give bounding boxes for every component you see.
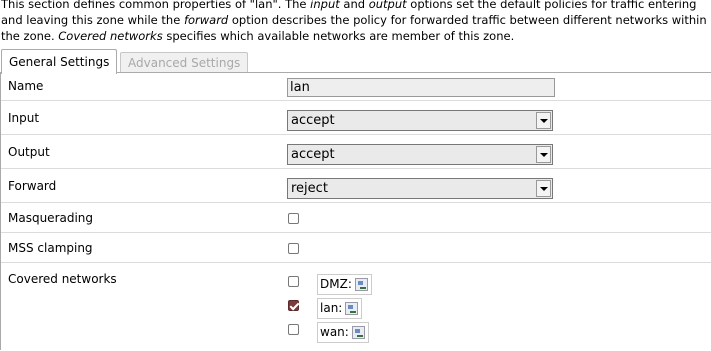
settings-tabs: General Settings Advanced Settings [0,49,711,74]
output-row: Output accept [1,135,711,169]
description-emphasis-output: output [368,0,407,11]
input-row: Input accept [1,101,711,135]
name-row: Name lan [1,73,711,101]
chevron-down-icon[interactable] [536,146,551,163]
network-label-wan[interactable]: wan: [317,322,369,343]
network-checkbox-wan[interactable] [288,324,299,335]
tab-general-settings[interactable]: General Settings [1,49,118,74]
mss-clamping-label: MSS clamping [8,241,93,255]
chevron-down-icon[interactable] [536,180,551,197]
network-checkbox-dmz[interactable] [288,276,299,287]
network-label-dmz[interactable]: DMZ: [317,274,372,295]
tab-advanced-settings[interactable]: Advanced Settings [120,52,249,73]
description-emphasis-forward: forward [183,13,229,27]
covered-networks-row: Covered networks DMZ: lan: wan: [1,263,711,351]
network-checkbox-lan[interactable] [288,300,299,311]
mss-clamping-checkbox[interactable] [288,243,299,254]
forward-label: Forward [8,179,57,193]
description-text: This section defines common properties o… [1,0,311,11]
masquerading-label: Masquerading [8,211,94,225]
forward-row: Forward reject [1,169,711,203]
input-policy-select[interactable]: accept [287,110,553,131]
network-interface-icon [345,302,359,315]
output-label: Output [8,145,50,159]
input-policy-value: accept [291,113,335,128]
general-settings-panel: Name lan Input accept Output accept Forw… [0,72,711,350]
section-description: This section defines common properties o… [1,0,711,44]
network-interface-icon [351,326,365,339]
masquerading-checkbox[interactable] [288,213,299,224]
description-text: specifies which available networks are m… [162,29,515,43]
network-label-lan[interactable]: lan: [317,298,363,319]
masquerading-row: Masquerading [1,203,711,233]
chevron-down-icon[interactable] [536,112,551,129]
covered-networks-label: Covered networks [8,272,117,286]
mss-clamping-row: MSS clamping [1,233,711,263]
network-interface-icon [354,278,368,291]
network-name-dmz: DMZ: [320,277,352,291]
description-emphasis-covered-networks: Covered networks [58,29,163,43]
output-policy-value: accept [291,147,335,162]
forward-policy-select[interactable]: reject [287,178,553,199]
name-label: Name [8,79,44,93]
network-name-wan: wan: [320,325,349,339]
description-text: and [339,0,369,11]
output-policy-select[interactable]: accept [287,144,553,165]
network-name-lan: lan: [320,301,343,315]
description-emphasis-input: input [310,0,340,11]
input-label: Input [8,111,40,125]
forward-policy-value: reject [291,181,328,196]
name-input[interactable]: lan [287,78,555,97]
